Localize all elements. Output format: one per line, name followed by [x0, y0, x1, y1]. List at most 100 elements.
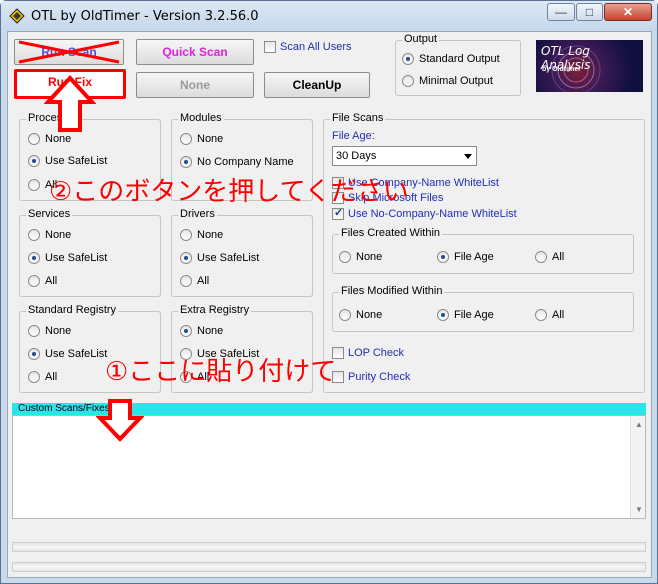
drivers-all-radio[interactable]: [180, 275, 192, 287]
none-button[interactable]: None: [136, 72, 254, 98]
progress-bar-bottom: [12, 562, 646, 572]
modified-file-age-radio[interactable]: [437, 309, 449, 321]
std-registry-all-label: All: [45, 371, 58, 383]
modules-no-company-radio[interactable]: [180, 156, 192, 168]
created-none-radio[interactable]: [339, 251, 351, 263]
otl-log-analysis-logo: OTL Log Analysis by Oldtimer: [536, 40, 643, 92]
scan-all-users-label: Scan All Users: [280, 41, 352, 53]
processes-none-radio[interactable]: [28, 133, 40, 145]
services-safelist-option[interactable]: Use SafeList: [28, 252, 107, 264]
modified-file-age-option[interactable]: File Age: [437, 309, 494, 321]
drivers-none-label: None: [197, 229, 224, 241]
extra-registry-none-option[interactable]: None: [180, 325, 223, 337]
drivers-none-option[interactable]: None: [180, 229, 223, 241]
drivers-safelist-radio[interactable]: [180, 252, 192, 264]
no-company-name-whitelist-box[interactable]: [332, 206, 344, 220]
purity-check-checkbox[interactable]: Purity Check: [332, 371, 410, 383]
lop-check-label: LOP Check: [348, 347, 405, 359]
window-title: OTL by OldTimer - Version 3.2.56.0: [31, 9, 259, 24]
services-none-option[interactable]: None: [28, 229, 71, 241]
run-scan-button[interactable]: Run Scan: [14, 39, 124, 65]
modules-none-radio[interactable]: [180, 133, 192, 145]
files-created-within-label: Files Created Within: [339, 227, 443, 239]
output-minimal-option[interactable]: Minimal Output: [402, 75, 493, 87]
extra-registry-none-radio[interactable]: [180, 325, 192, 337]
purity-check-label: Purity Check: [348, 371, 411, 383]
services-safelist-label: Use SafeList: [45, 252, 108, 264]
files-modified-within-group: Files Modified Within None File Age All: [332, 285, 634, 332]
processes-none-option[interactable]: None: [28, 133, 71, 145]
drivers-safelist-option[interactable]: Use SafeList: [180, 252, 259, 264]
strike-cross-icon: [18, 40, 120, 64]
processes-safelist-radio[interactable]: [28, 155, 40, 167]
drivers-none-radio[interactable]: [180, 229, 192, 241]
scan-all-users-checkbox[interactable]: Scan All Users: [264, 41, 352, 53]
output-group-label: Output: [402, 33, 440, 45]
step2-annotation: ②このボタンを押してください: [49, 177, 409, 207]
services-safelist-radio[interactable]: [28, 252, 40, 264]
created-all-radio[interactable]: [535, 251, 547, 263]
file-scans-label: File Scans: [330, 112, 386, 124]
otl-window: OTL by OldTimer - Version 3.2.56.0 — □ ✕…: [0, 0, 658, 584]
close-button[interactable]: ✕: [604, 3, 652, 21]
modified-none-option[interactable]: None: [339, 309, 382, 321]
quick-scan-button[interactable]: Quick Scan: [136, 39, 254, 65]
otl-app-icon: [9, 8, 25, 24]
std-registry-all-radio[interactable]: [28, 371, 40, 383]
modules-no-company-option[interactable]: No Company Name: [180, 156, 294, 168]
output-minimal-radio[interactable]: [402, 75, 414, 87]
chevron-down-icon: [464, 154, 472, 159]
processes-safelist-label: Use SafeList: [45, 155, 108, 167]
scan-all-users-box[interactable]: [264, 41, 276, 53]
services-all-label: All: [45, 275, 58, 287]
modified-none-radio[interactable]: [339, 309, 351, 321]
standard-registry-label: Standard Registry: [26, 304, 119, 316]
services-all-option[interactable]: All: [28, 275, 57, 287]
extra-registry-none-label: None: [197, 325, 224, 337]
modified-none-label: None: [356, 309, 383, 321]
output-standard-radio[interactable]: [402, 53, 414, 65]
minimize-button[interactable]: —: [547, 3, 575, 21]
drivers-group: Drivers None Use SafeList All: [171, 208, 313, 297]
std-registry-none-radio[interactable]: [28, 325, 40, 337]
std-registry-all-option[interactable]: All: [28, 371, 57, 383]
created-none-option[interactable]: None: [339, 251, 382, 263]
lop-check-checkbox[interactable]: LOP Check: [332, 347, 404, 359]
created-all-option[interactable]: All: [535, 251, 564, 263]
modified-all-label: All: [552, 309, 565, 321]
scroll-up-arrow-icon[interactable]: ▲: [635, 420, 643, 429]
file-age-label: File Age:: [332, 130, 375, 142]
scroll-down-arrow-icon[interactable]: ▼: [635, 505, 643, 514]
files-modified-within-label: Files Modified Within: [339, 285, 445, 297]
textarea-vertical-scrollbar[interactable]: ▲ ▼: [630, 416, 645, 518]
modified-all-option[interactable]: All: [535, 309, 564, 321]
std-registry-safelist-radio[interactable]: [28, 348, 40, 360]
cleanup-button[interactable]: CleanUp: [264, 72, 370, 98]
processes-none-label: None: [45, 133, 72, 145]
created-file-age-option[interactable]: File Age: [437, 251, 494, 263]
down-arrow-annotation-icon: [96, 399, 144, 442]
modified-all-radio[interactable]: [535, 309, 547, 321]
output-standard-option[interactable]: Standard Output: [402, 53, 500, 65]
title-bar[interactable]: OTL by OldTimer - Version 3.2.56.0 — □ ✕: [1, 1, 657, 31]
extra-registry-label: Extra Registry: [178, 304, 252, 316]
maximize-button[interactable]: □: [576, 3, 603, 21]
processes-safelist-option[interactable]: Use SafeList: [28, 155, 107, 167]
file-age-dropdown[interactable]: 30 Days: [332, 146, 477, 166]
step1-annotation: ①ここに貼り付けて: [105, 357, 337, 387]
services-none-radio[interactable]: [28, 229, 40, 241]
modules-none-option[interactable]: None: [180, 133, 223, 145]
services-none-label: None: [45, 229, 72, 241]
no-company-name-whitelist-label: Use No-Company-Name WhiteList: [348, 208, 517, 220]
no-company-name-whitelist-checkbox[interactable]: Use No-Company-Name WhiteList: [332, 206, 517, 220]
client-area: Run Scan Quick Scan Run Fix None CleanUp…: [7, 31, 652, 578]
modules-none-label: None: [197, 133, 224, 145]
processes-all-radio[interactable]: [28, 179, 40, 191]
drivers-all-option[interactable]: All: [180, 275, 209, 287]
std-registry-safelist-option[interactable]: Use SafeList: [28, 348, 107, 360]
std-registry-none-label: None: [45, 325, 72, 337]
services-all-radio[interactable]: [28, 275, 40, 287]
std-registry-none-option[interactable]: None: [28, 325, 71, 337]
file-scans-group: File Scans File Age: 30 Days Use Company…: [323, 112, 645, 393]
created-file-age-radio[interactable]: [437, 251, 449, 263]
